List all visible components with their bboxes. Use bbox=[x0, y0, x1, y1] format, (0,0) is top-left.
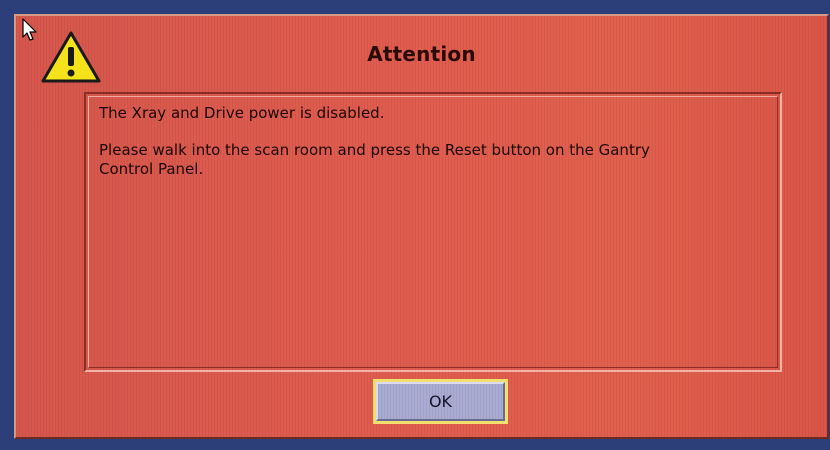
message-panel: The Xray and Drive power is disabled. Pl… bbox=[84, 92, 782, 372]
attention-dialog: Attention The Xray and Drive power is di… bbox=[14, 14, 829, 439]
ok-button[interactable]: OK bbox=[373, 379, 508, 424]
desktop-background: Attention The Xray and Drive power is di… bbox=[0, 0, 830, 450]
dialog-title: Attention bbox=[367, 42, 476, 66]
reset-instruction-message: Please walk into the scan room and press… bbox=[99, 141, 650, 178]
ok-button-label: OK bbox=[376, 382, 505, 421]
mouse-pointer-icon bbox=[22, 18, 37, 41]
power-disabled-message: The Xray and Drive power is disabled. bbox=[99, 104, 385, 122]
message-body: The Xray and Drive power is disabled. Pl… bbox=[88, 96, 778, 368]
